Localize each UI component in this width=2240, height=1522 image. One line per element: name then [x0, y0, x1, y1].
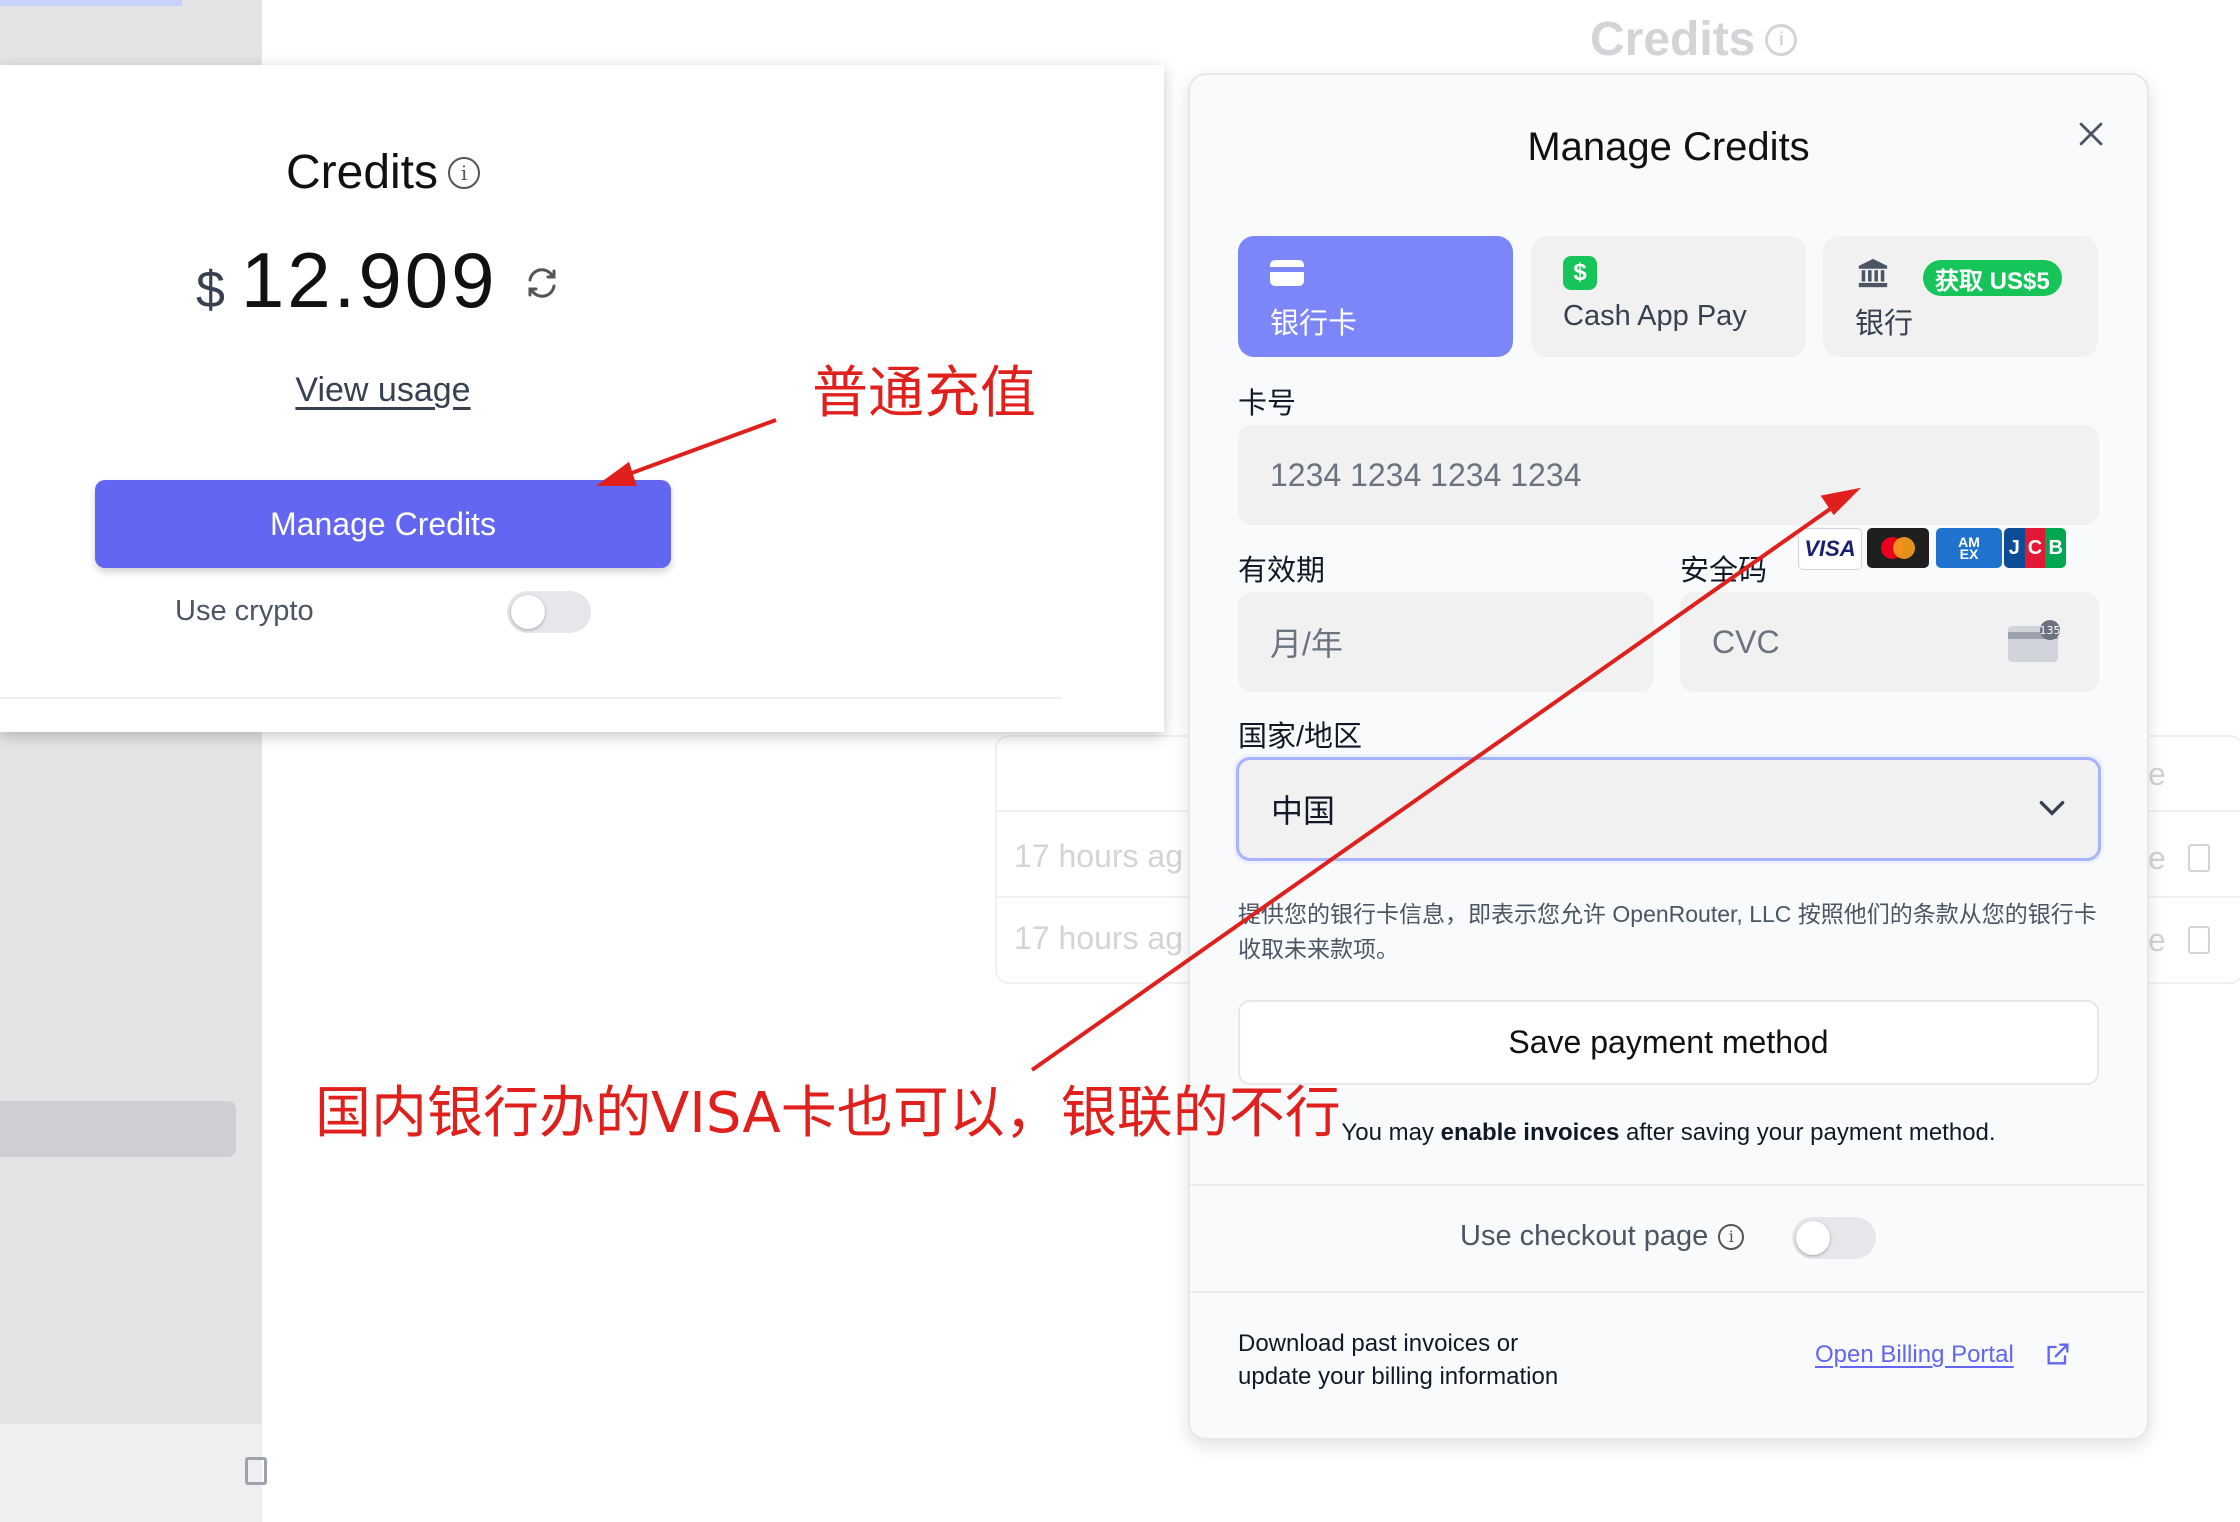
billing-info-line: update your billing information [1238, 1363, 1559, 1390]
manage-credits-modal: Manage Credits 银行卡 $ Cash App Pay 获取 US$… [1188, 73, 2149, 1440]
background-row-status: e [2148, 840, 2166, 876]
consent-text: 提供您的银行卡信息，即表示您允许 OpenRouter, LLC 按照他们的条款… [1238, 901, 2097, 962]
card-number-label: 卡号 [1238, 388, 1297, 420]
save-payment-method-button[interactable]: Save payment method [1238, 1000, 2099, 1085]
annotation-top: 普通充值 [812, 361, 1036, 426]
background-checkbox-icon[interactable] [245, 1457, 267, 1485]
view-usage-link[interactable]: View usage [0, 371, 766, 410]
invoice-file-icon[interactable] [2188, 844, 2210, 872]
bank-icon [1858, 258, 1888, 288]
credits-balance: $ 12.909 [196, 235, 498, 326]
checkout-page-toggle[interactable] [1792, 1217, 1876, 1259]
background-header-cell: e [2148, 756, 2166, 792]
cvc-label: 安全码 [1680, 555, 1768, 587]
modal-title: Manage Credits [1527, 125, 1810, 169]
invoice-note-text: after saving your payment method. [1619, 1119, 1996, 1146]
open-billing-portal-link[interactable]: Open Billing Portal [1815, 1341, 2014, 1369]
close-icon[interactable] [2074, 117, 2108, 151]
toggle-knob [1796, 1221, 1830, 1255]
mastercard-icon [1867, 528, 1929, 568]
checkout-option: Use checkout page i [1460, 1220, 1745, 1253]
use-crypto-label: Use crypto [175, 595, 314, 627]
checkout-label: Use checkout page [1460, 1220, 1709, 1252]
divider [1190, 1291, 2145, 1293]
cash-app-icon: $ [1563, 256, 1597, 290]
background-sidebar-active-tab [0, 0, 182, 6]
toggle-knob [511, 595, 545, 629]
background-row-time: 17 hours ag [1014, 838, 1184, 874]
billing-info-line: Download past invoices or [1238, 1330, 1519, 1357]
invoice-file-icon[interactable] [2188, 926, 2210, 954]
country-label: 国家/地区 [1238, 721, 1363, 753]
expiry-label: 有效期 [1238, 555, 1326, 587]
info-icon[interactable]: i [1718, 1223, 1745, 1250]
billing-info-text: Download past invoices or update your bi… [1238, 1327, 1558, 1393]
background-row-status: e [2148, 922, 2166, 958]
divider [1190, 1184, 2145, 1186]
card-number-input[interactable]: 1234 1234 1234 1234 [1238, 425, 2099, 525]
tab-bank-card[interactable]: 银行卡 [1238, 236, 1513, 357]
invoice-note-text: You may [1341, 1119, 1441, 1146]
info-icon: i [1765, 23, 1798, 56]
credit-card-icon [1270, 260, 1304, 286]
cvc-card-icon: 135 [2008, 620, 2061, 662]
use-crypto-toggle[interactable] [507, 591, 591, 633]
balance-value: 12.909 [240, 236, 498, 324]
background-sidebar-footer [0, 1424, 262, 1522]
background-sidebar-item[interactable] [0, 1101, 236, 1157]
svg-text:135: 135 [2040, 624, 2061, 637]
divider [0, 697, 1062, 699]
promo-badge: 获取 US$5 [1923, 260, 2062, 296]
credits-title-text: Credits [285, 146, 439, 199]
background-page-title: Credits i [1590, 12, 1798, 67]
tab-cash-app-pay[interactable]: $ Cash App Pay [1531, 236, 1806, 357]
tab-label: 银行卡 [1270, 308, 1358, 340]
tab-label: Cash App Pay [1563, 300, 1747, 332]
amex-icon: AM EX [1936, 528, 2002, 568]
tab-bank[interactable]: 获取 US$5 银行 [1823, 236, 2098, 357]
jcb-icon: JCB [2004, 528, 2066, 568]
tab-label: 银行 [1855, 308, 1914, 340]
annotation-bottom: 国内银行办的VISA卡也可以，银联的不行 [315, 1081, 1341, 1146]
currency-symbol: $ [196, 261, 225, 319]
expiry-input[interactable]: 月/年 [1238, 592, 1654, 692]
info-icon[interactable]: i [448, 156, 481, 189]
manage-credits-button[interactable]: Manage Credits [95, 480, 671, 568]
visa-icon: VISA [1798, 528, 1862, 570]
refresh-icon[interactable] [524, 265, 560, 301]
external-link-icon[interactable] [2044, 1340, 2072, 1368]
chevron-down-icon[interactable] [2036, 797, 2068, 819]
background-row-time: 17 hours ag [1014, 920, 1184, 956]
enable-invoices-text: enable invoices [1440, 1119, 1620, 1146]
country-select[interactable]: 中国 [1236, 757, 2101, 861]
credits-title: Credits i [0, 145, 766, 200]
